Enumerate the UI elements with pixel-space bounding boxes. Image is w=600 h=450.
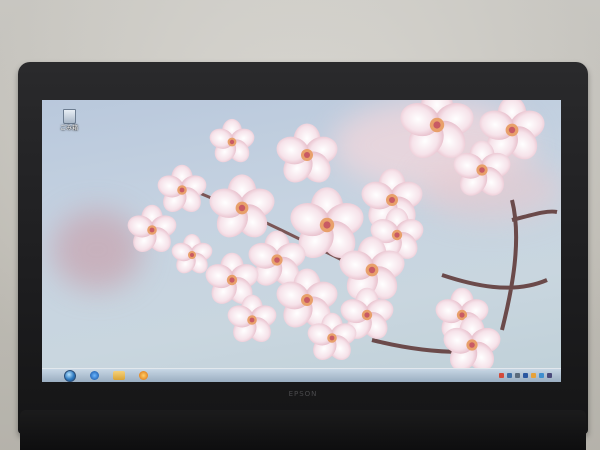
tray-volume-icon[interactable] (515, 373, 520, 378)
media-player-icon[interactable] (139, 371, 148, 380)
system-tray (499, 370, 555, 381)
tray-flag-icon[interactable] (499, 373, 504, 378)
tray-input-icon[interactable] (531, 373, 536, 378)
start-orb-icon[interactable] (64, 369, 76, 382)
desktop-icon-recycle-bin[interactable]: ごみ箱 (56, 108, 82, 138)
tray-help-icon[interactable] (539, 373, 544, 378)
tray-app-icon[interactable] (547, 373, 552, 378)
laptop-brand-logo: EPSON (288, 390, 318, 398)
recycle-bin-icon (62, 109, 76, 124)
taskbar (42, 368, 561, 382)
internet-explorer-icon[interactable] (90, 371, 99, 380)
desktop-screen[interactable]: ごみ箱 (42, 100, 561, 382)
tray-network-icon[interactable] (507, 373, 512, 378)
desktop-icon-label: ごみ箱 (59, 125, 78, 132)
cherry-blossom-wallpaper (124, 100, 558, 377)
laptop-base (20, 410, 586, 450)
folder-icon[interactable] (113, 371, 125, 380)
tray-ime-icon[interactable] (523, 373, 528, 378)
